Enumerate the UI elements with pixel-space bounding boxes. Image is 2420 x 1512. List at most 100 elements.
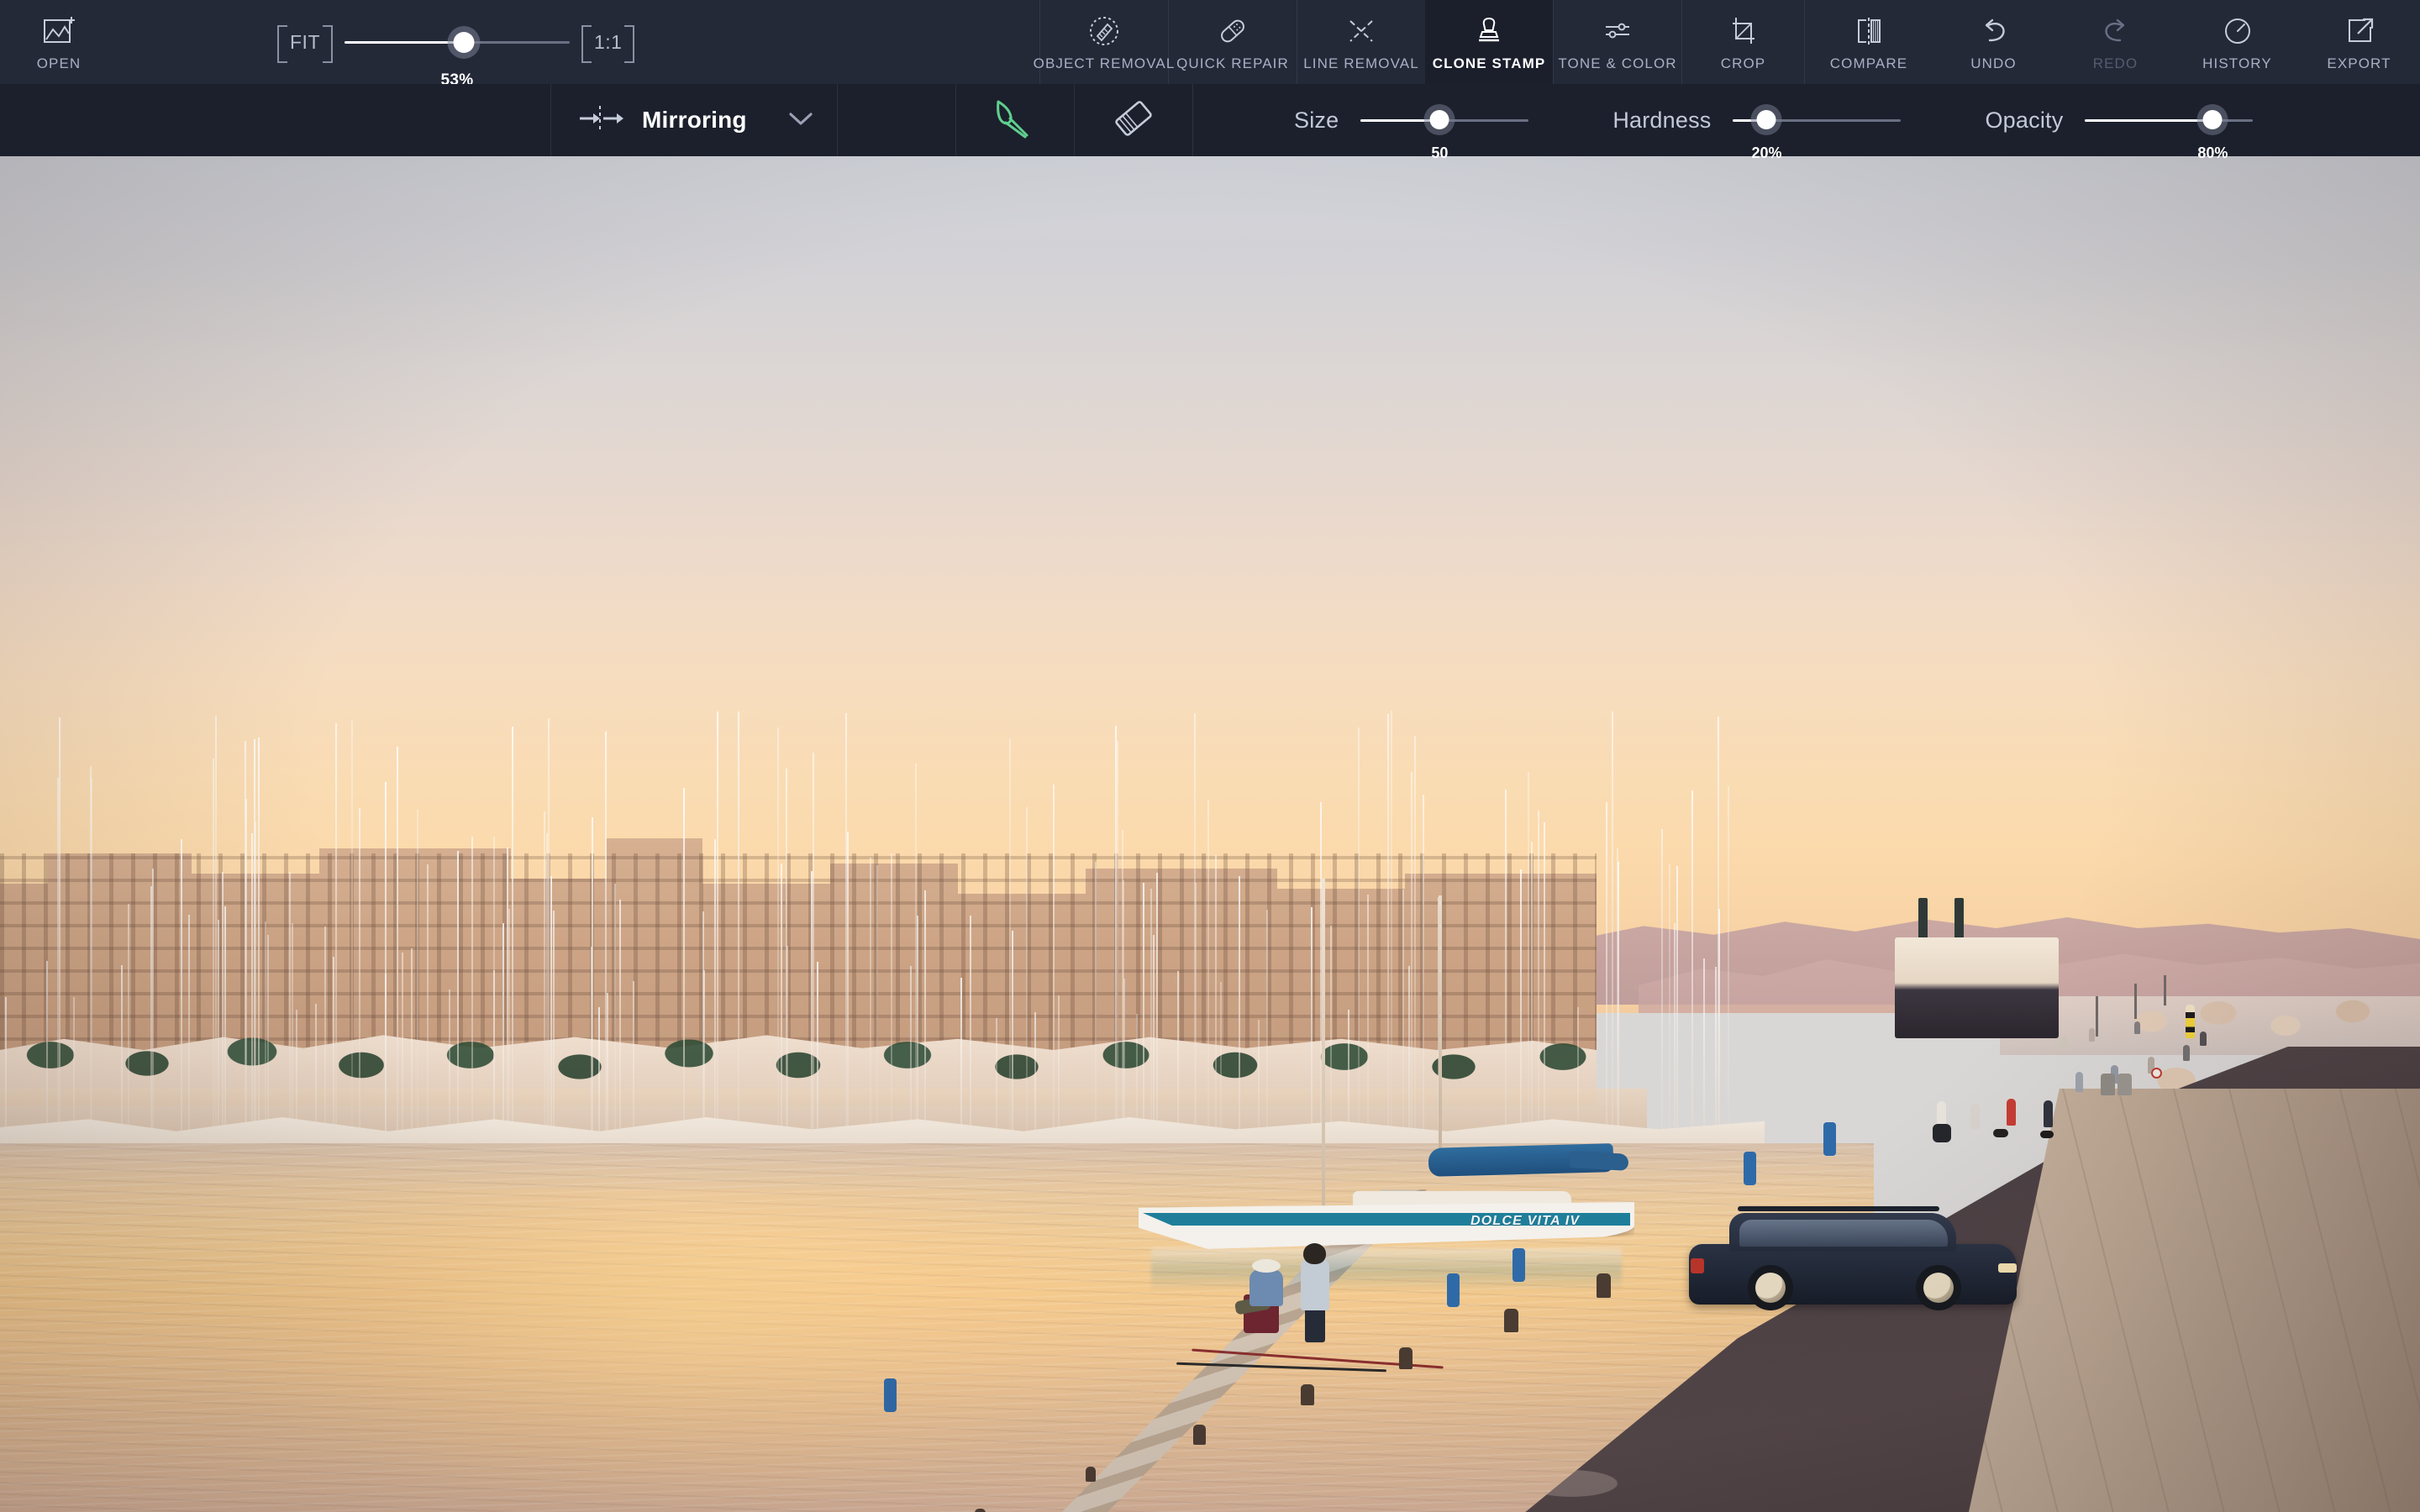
mast (738, 711, 739, 1147)
slider-fill (2085, 119, 2212, 122)
tool-quick-repair[interactable]: QUICK REPAIR (1169, 0, 1297, 84)
tool-label: COMPARE (1830, 55, 1907, 72)
tool-history[interactable]: HISTORY (2176, 0, 2298, 84)
divider (1192, 84, 1193, 156)
mast (402, 953, 403, 1147)
mast (333, 957, 334, 1147)
mast (607, 993, 608, 1147)
size-slider[interactable]: 50 (1360, 108, 1528, 133)
mast (1703, 958, 1705, 1147)
speed-limit-sign (2151, 1068, 2162, 1079)
opacity-value-label: 80% (2197, 144, 2228, 162)
brush-circle-icon (1086, 13, 1122, 50)
fit-button[interactable]: FIT (277, 25, 333, 60)
zoom-slider[interactable]: 53% (345, 28, 570, 56)
slider-knob[interactable] (1430, 110, 1449, 129)
tool-object-removal[interactable]: OBJECT REMOVAL (1040, 0, 1168, 84)
lamp-post (2164, 975, 2166, 1005)
one-to-one-button[interactable]: 1:1 (581, 25, 634, 60)
mast (811, 871, 813, 1147)
redo-arrow-icon (2098, 13, 2133, 50)
mast (1612, 711, 1613, 1147)
car-roof-rail (1738, 1206, 1939, 1211)
mast (59, 717, 60, 1147)
mirroring-mode-dropdown[interactable]: Mirroring (551, 84, 837, 156)
mast (224, 906, 226, 1147)
mast (1012, 931, 1013, 1147)
clock-icon (2220, 13, 2255, 50)
photo-canvas[interactable]: DOLCE VITA IV (0, 156, 2420, 1512)
mooring-post (884, 1378, 897, 1412)
mast (915, 764, 917, 1147)
mast (592, 817, 593, 1147)
eraser-tool-button[interactable] (1075, 84, 1192, 156)
mast (1505, 790, 1507, 1147)
slider-knob[interactable] (2203, 110, 2223, 129)
app-root: OPEN FIT 53% 1:1 (0, 0, 2420, 1512)
tool-label: REDO (2093, 55, 2139, 72)
mast (1058, 995, 1060, 1147)
zoom-slider-knob[interactable] (454, 32, 475, 53)
dog (1993, 1129, 2008, 1137)
mast (1026, 807, 1028, 1147)
mast (449, 990, 450, 1147)
opacity-slider[interactable]: 80% (2085, 108, 2253, 133)
mast (1367, 895, 1369, 1147)
mooring-bollard (1301, 1384, 1314, 1405)
crop-icon (1726, 13, 1761, 50)
car-windows (1739, 1220, 1948, 1247)
mast (1195, 883, 1197, 1147)
spacer (838, 84, 955, 156)
mast (385, 974, 387, 1147)
chevron-down-icon[interactable] (786, 109, 815, 132)
mast (1177, 971, 1179, 1147)
mast (1531, 842, 1533, 1147)
mooring-bollard (1399, 1347, 1413, 1369)
pedestrian (2134, 1021, 2140, 1034)
mast (714, 839, 716, 1147)
mast (508, 909, 510, 1147)
pedestrian (2007, 1099, 2016, 1126)
stamp-icon (1471, 13, 1507, 50)
harbour-photograph: DOLCE VITA IV (0, 156, 2420, 1512)
tool-group: OBJECT REMOVAL QUICK REPAIR (1039, 0, 2420, 84)
tool-tone-color[interactable]: TONE & COLOR (1554, 0, 1681, 84)
tool-label: OBJECT REMOVAL (1034, 55, 1176, 72)
fit-label: FIT (290, 31, 320, 53)
car-wheel (1916, 1265, 1961, 1310)
mast (1153, 935, 1155, 1147)
tool-label: LINE REMOVAL (1303, 55, 1419, 72)
hardness-slider[interactable]: 20% (1733, 108, 1901, 133)
opacity-slider-group: Opacity 80% (1985, 84, 2253, 156)
mast (512, 727, 513, 1147)
mast (598, 1007, 600, 1147)
baby-stroller (1933, 1124, 1951, 1142)
mast (605, 732, 607, 1147)
tool-line-removal[interactable]: LINE REMOVAL (1297, 0, 1425, 84)
person-head (1303, 1243, 1326, 1264)
lighthouse-beacon (2186, 1005, 2195, 1038)
mooring-post (1744, 1152, 1756, 1185)
tool-export[interactable]: EXPORT (2298, 0, 2420, 84)
mast (335, 723, 337, 1147)
mast (1330, 926, 1332, 1147)
boat-reflection (1151, 1248, 1622, 1292)
tool-crop[interactable]: CROP (1682, 0, 1804, 84)
open-button[interactable]: OPEN (0, 0, 118, 84)
tool-compare[interactable]: COMPARE (1805, 0, 1933, 84)
hardness-slider-group: Hardness 20% (1612, 84, 1901, 156)
mirror-arrows-icon (575, 102, 625, 139)
mast (245, 799, 247, 1147)
tool-label: CLONE STAMP (1433, 55, 1546, 72)
mast (213, 759, 214, 1147)
brush-tool-button[interactable] (956, 84, 1074, 156)
slider-knob[interactable] (1757, 110, 1776, 129)
zoom-control-group: FIT 53% 1:1 (277, 0, 634, 84)
tool-clone-stamp[interactable]: CLONE STAMP (1425, 0, 1553, 84)
mast (1207, 800, 1209, 1147)
tool-redo[interactable]: REDO (2054, 0, 2176, 84)
tool-undo[interactable]: UNDO (1933, 0, 2054, 84)
mast (1311, 907, 1313, 1147)
standing-person-legs (1305, 1307, 1325, 1342)
zoom-slider-fill (345, 41, 464, 44)
